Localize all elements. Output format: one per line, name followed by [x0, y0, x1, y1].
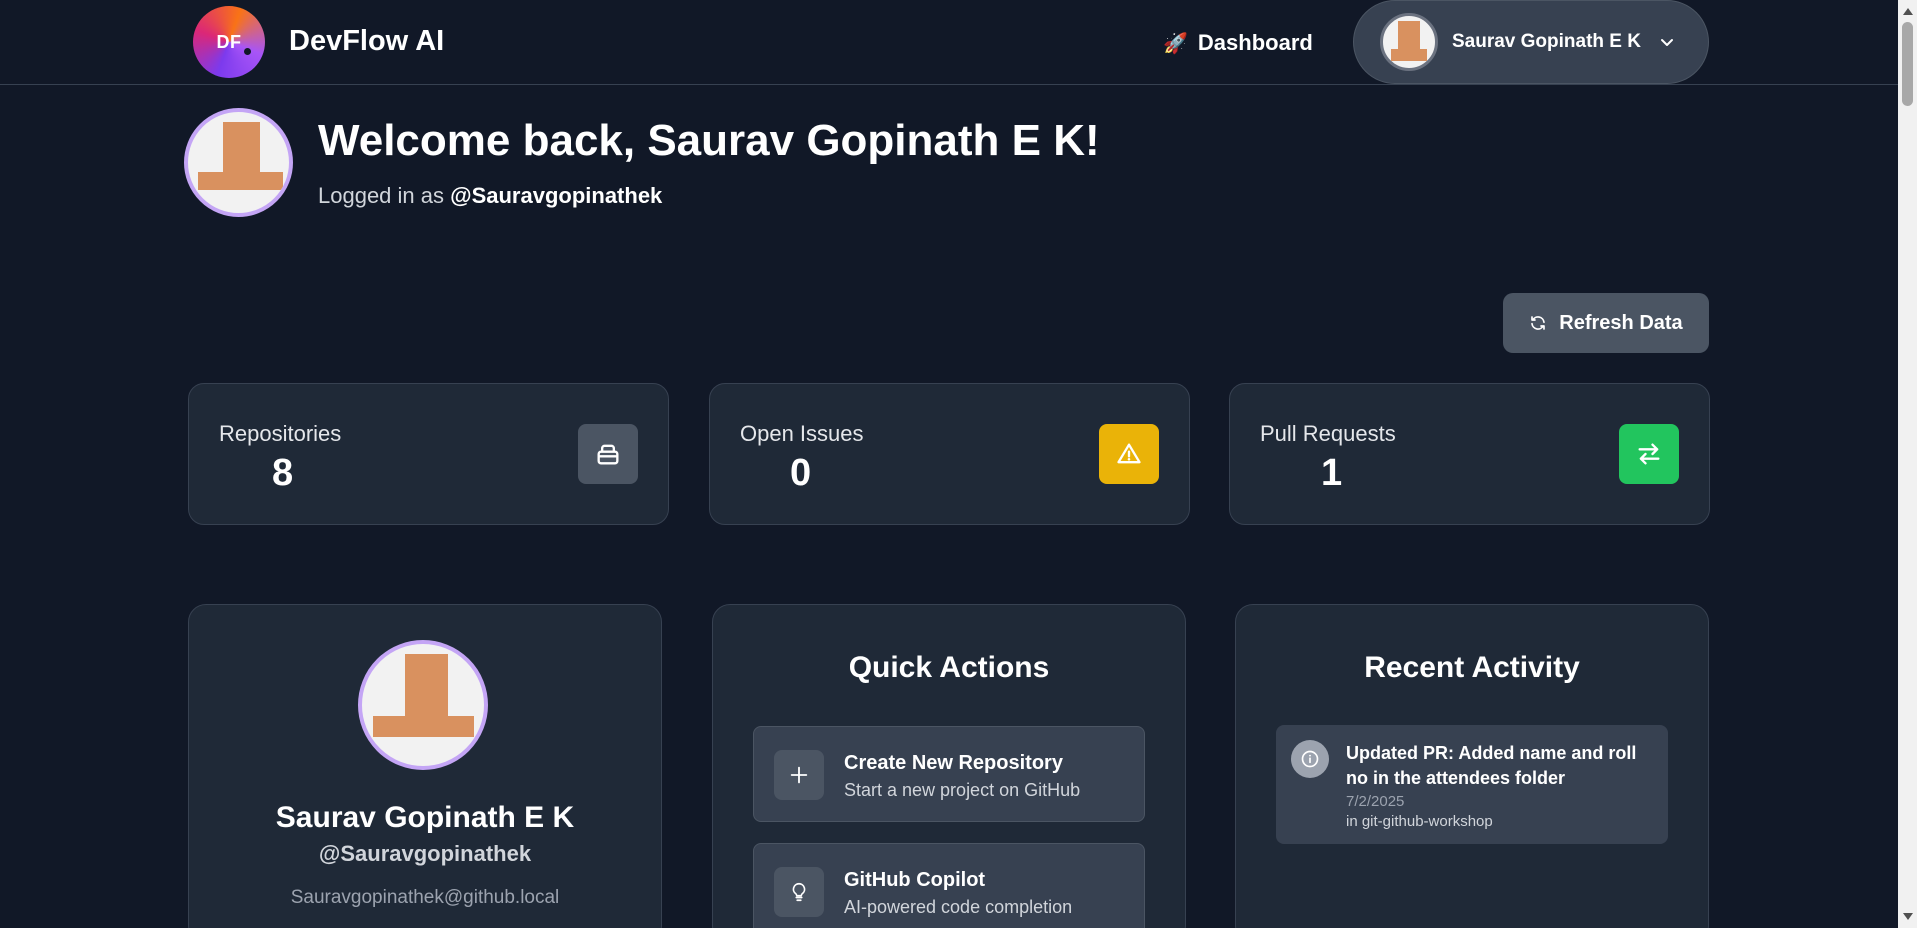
nav-dashboard-link[interactable]: 🚀 Dashboard [1163, 28, 1313, 58]
stat-value: 1 [1321, 452, 1343, 494]
user-menu-button[interactable]: Saurav Gopinath E K [1353, 0, 1709, 84]
welcome-avatar [184, 108, 293, 217]
user-menu-name: Saurav Gopinath E K [1452, 31, 1641, 52]
pull-request-icon [1619, 424, 1679, 484]
welcome-title: Welcome back, Saurav Gopinath E K! [318, 116, 1100, 165]
create-repository-action[interactable]: Create New Repository Start a new projec… [753, 726, 1145, 822]
stat-card-repositories[interactable]: Repositories 8 [188, 383, 669, 525]
logged-in-handle: @Sauravgopinathek [450, 183, 663, 208]
activity-title: Updated PR: Added name and roll no in th… [1346, 743, 1637, 788]
stat-value: 8 [272, 452, 294, 494]
profile-card: Saurav Gopinath E K @Sauravgopinathek Sa… [188, 604, 662, 928]
chevron-down-icon [1660, 39, 1673, 46]
scroll-up-arrow-icon[interactable] [1903, 8, 1913, 15]
logo-dot [244, 48, 251, 55]
logged-in-prefix: Logged in as [318, 183, 444, 208]
recent-activity-card: Recent Activity Updated PR: Added name a… [1235, 604, 1709, 928]
repository-icon [578, 424, 638, 484]
github-copilot-action[interactable]: GitHub Copilot AI-powered code completio… [753, 843, 1145, 928]
brand-name[interactable]: DevFlow AI [289, 25, 444, 58]
action-subtitle: Start a new project on GitHub [844, 780, 1081, 800]
warning-icon [1099, 424, 1159, 484]
activity-date: 7/2/2025 [1346, 793, 1405, 810]
action-title: GitHub Copilot [844, 869, 986, 891]
profile-handle: @Sauravgopinathek [318, 841, 532, 866]
stat-label: Pull Requests [1260, 421, 1396, 446]
profile-email: Sauravgopinathek@github.local [290, 887, 560, 908]
nav-dashboard-label: Dashboard [1197, 30, 1313, 55]
logo-text: DF [216, 31, 242, 52]
activity-item[interactable]: Updated PR: Added name and roll no in th… [1276, 725, 1668, 844]
action-title: Create New Repository [844, 752, 1063, 774]
refresh-data-button[interactable]: Refresh Data [1503, 293, 1709, 353]
profile-avatar [358, 640, 488, 770]
recent-activity-title: Recent Activity [1364, 651, 1580, 684]
refresh-data-label: Refresh Data [1559, 311, 1683, 334]
page: DF DevFlow AI 🚀 Dashboard Saurav Gopinat… [0, 0, 1917, 928]
top-navbar: DF DevFlow AI 🚀 Dashboard Saurav Gopinat… [0, 0, 1898, 85]
lightbulb-icon [774, 867, 824, 917]
stat-card-open-issues[interactable]: Open Issues 0 [709, 383, 1190, 525]
stat-label: Repositories [219, 421, 342, 446]
stat-label: Open Issues [740, 421, 864, 446]
scroll-down-arrow-icon[interactable] [1903, 913, 1913, 920]
stat-value: 0 [790, 452, 812, 494]
vertical-scrollbar[interactable] [1898, 0, 1917, 928]
quick-actions-title: Quick Actions [848, 651, 1050, 684]
info-icon [1291, 740, 1329, 778]
rocket-icon: 🚀 [1163, 32, 1188, 55]
scrollbar-thumb[interactable] [1902, 22, 1913, 106]
logged-in-as: Logged in as @Sauravgopinathek [318, 183, 662, 209]
plus-icon [774, 750, 824, 800]
quick-actions-card: Quick Actions Create New Repository Star… [712, 604, 1186, 928]
brand-logo[interactable]: DF [193, 6, 265, 78]
refresh-icon [1531, 316, 1546, 330]
activity-repo: in git-github-workshop [1346, 813, 1493, 830]
profile-name: Saurav Gopinath E K [275, 801, 575, 834]
stat-card-pull-requests[interactable]: Pull Requests 1 [1229, 383, 1710, 525]
avatar [1380, 13, 1438, 71]
action-subtitle: AI-powered code completion [844, 897, 1073, 917]
